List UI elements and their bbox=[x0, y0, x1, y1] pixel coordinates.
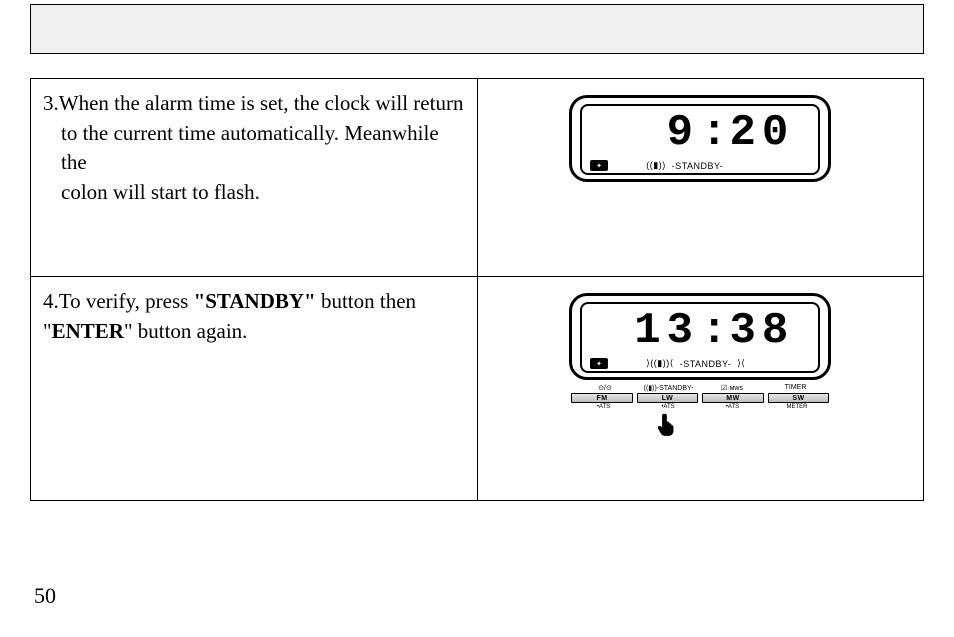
lw-button[interactable]: LW bbox=[637, 393, 699, 403]
lcd-device-1: 9:20 ✦ ((▮)) -STANDBY- bbox=[569, 95, 831, 182]
instruction-table: 3.When the alarm time is set, the clock … bbox=[30, 78, 924, 501]
step-number: 3. bbox=[43, 91, 59, 115]
top-label: TIMER bbox=[764, 384, 828, 392]
lcd-time: 13:38 bbox=[588, 308, 812, 354]
signal-icon: ((▮)) bbox=[646, 160, 665, 171]
sub-label: METER bbox=[767, 404, 828, 410]
page-header-band bbox=[30, 4, 924, 54]
alarm-icon: ✦ bbox=[590, 358, 608, 369]
lcd-status-row: ✦ ⟩((▮))⟨ -STANDBY- ⟩⟨ bbox=[588, 356, 812, 369]
fm-button[interactable]: FM bbox=[571, 393, 633, 403]
step-3-text: 3.When the alarm time is set, the clock … bbox=[43, 89, 465, 206]
sub-label: •ATS bbox=[573, 404, 634, 410]
sw-button[interactable]: SW bbox=[768, 393, 830, 403]
signal-icon: ⟩⟨ bbox=[737, 358, 745, 369]
minutes: 20 bbox=[729, 108, 794, 158]
top-label: ⊙/⊙ bbox=[573, 384, 637, 392]
quote: " bbox=[43, 319, 52, 343]
mw-button[interactable]: MW bbox=[702, 393, 764, 403]
lcd-status-row: ✦ ((▮)) -STANDBY- bbox=[588, 158, 812, 171]
lcd-device-2: 13:38 ✦ ⟩((▮))⟨ -STANDBY- ⟩⟨ ⊙/⊙ bbox=[569, 293, 831, 444]
colon: : bbox=[699, 108, 729, 158]
text: To verify, press bbox=[59, 289, 194, 313]
quote: " bbox=[124, 319, 133, 343]
top-label: ☑·ᴍᴡs bbox=[700, 384, 764, 392]
standby-label: -STANDBY- bbox=[672, 161, 724, 171]
minutes: 38 bbox=[729, 306, 794, 356]
hours: 13 bbox=[634, 306, 699, 356]
standby-word: STANDBY bbox=[205, 289, 304, 313]
step-line: When the alarm time is set, the clock wi… bbox=[59, 91, 464, 115]
pointing-hand-icon bbox=[655, 412, 677, 444]
step-4-text: 4.To verify, press "STANDBY" button then… bbox=[43, 287, 465, 346]
enter-word: ENTER bbox=[52, 319, 124, 343]
quote: " bbox=[304, 289, 316, 313]
alarm-icon: ✦ bbox=[590, 160, 608, 171]
step-line: to the current time automatically. Meanw… bbox=[61, 119, 465, 176]
step-number: 4. bbox=[43, 289, 59, 313]
text: button again. bbox=[133, 319, 248, 343]
step-line: colon will start to flash. bbox=[61, 178, 465, 206]
quote: " bbox=[194, 289, 206, 313]
colon: : bbox=[699, 306, 729, 356]
standby-label: -STANDBY- bbox=[680, 359, 732, 369]
sub-label: •ATS bbox=[638, 404, 699, 410]
sub-label: •ATS bbox=[702, 404, 763, 410]
hours: 9 bbox=[667, 108, 699, 158]
signal-icon: ⟩((▮))⟨ bbox=[646, 358, 673, 369]
top-label: ((▮))-STANDBY- bbox=[637, 384, 701, 392]
page-number: 50 bbox=[34, 583, 56, 609]
lcd-time: 9:20 bbox=[588, 110, 812, 156]
button-bar: ⊙/⊙ ((▮))-STANDBY- ☑·ᴍᴡs TIMER FM LW MW … bbox=[569, 382, 831, 410]
text: button then bbox=[316, 289, 416, 313]
